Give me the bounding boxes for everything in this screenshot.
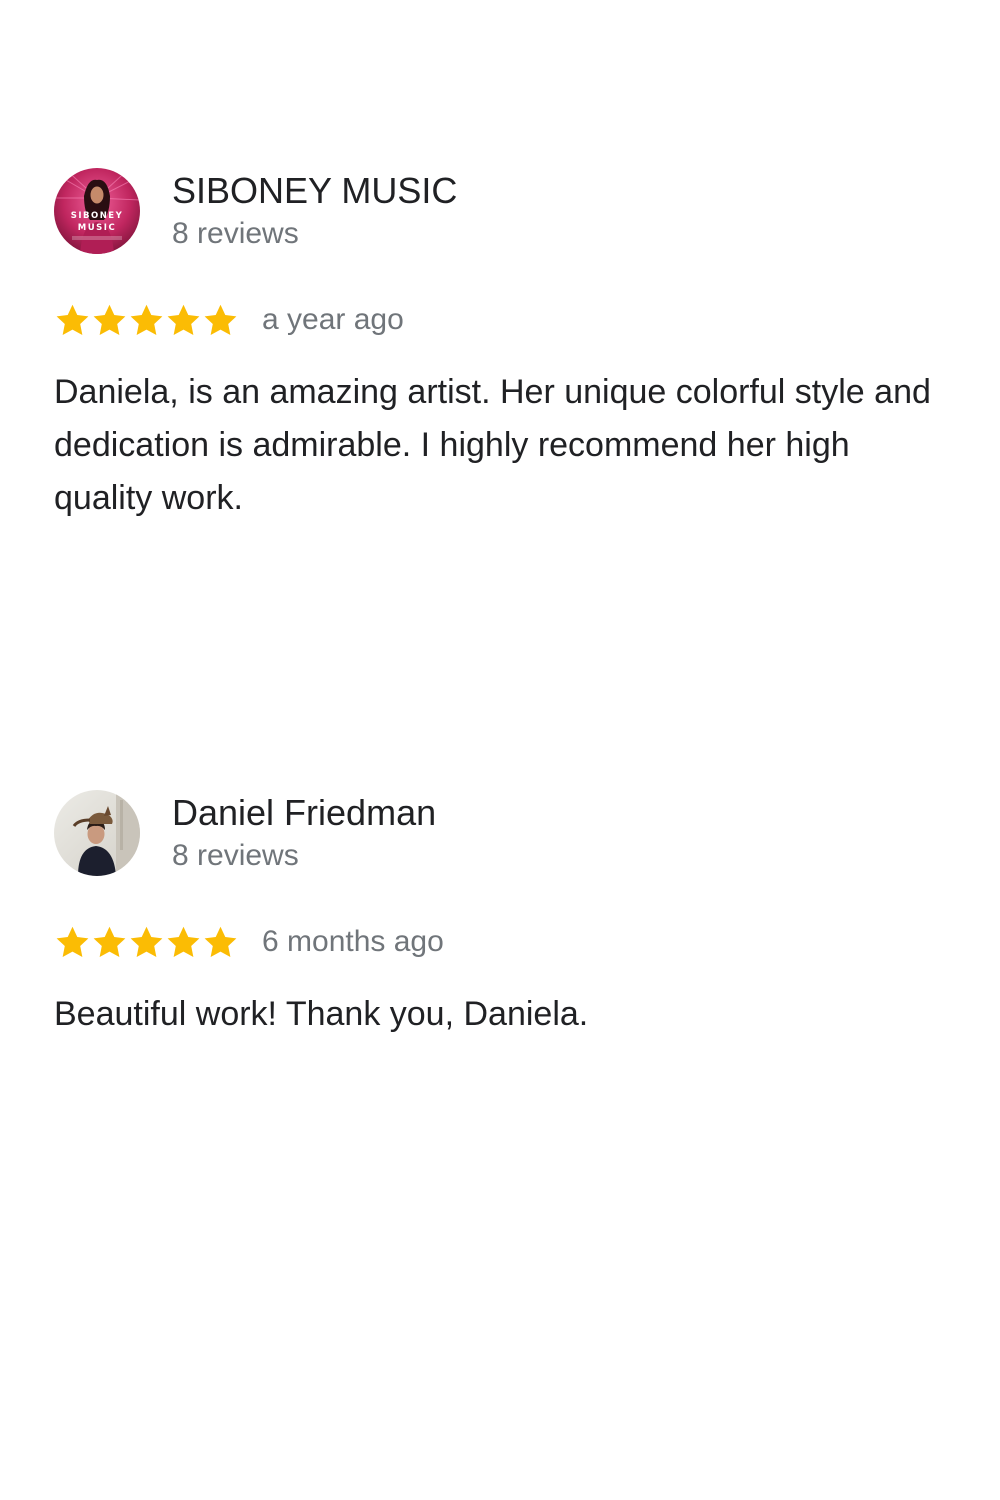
reviewer-review-count: 8 reviews xyxy=(172,839,299,872)
siboney-music-logo-avatar[interactable]: SIBONEY MUSIC xyxy=(54,168,140,254)
review-header: SIBONEY MUSIC SIBONEY MUSIC 8 reviews xyxy=(54,168,934,254)
star-icon xyxy=(56,304,89,335)
avatar-logo-line1: SIBONEY xyxy=(71,211,124,221)
star-icon xyxy=(204,304,237,335)
review-time: a year ago xyxy=(262,303,404,336)
star-rating xyxy=(54,920,239,964)
reviewer-name[interactable]: SIBONEY MUSIC xyxy=(172,170,457,212)
star-icon xyxy=(130,304,163,335)
reviewer-name[interactable]: Daniel Friedman xyxy=(172,792,436,834)
star-icon xyxy=(167,926,200,957)
star-icon xyxy=(93,304,126,335)
star-icon xyxy=(204,926,237,957)
review-text: Daniela, is an amazing artist. Her uniqu… xyxy=(54,373,931,517)
star-icon xyxy=(167,304,200,335)
reviewer-review-count: 8 reviews xyxy=(172,217,299,250)
review-header: Daniel Friedman 8 reviews xyxy=(54,790,934,876)
review-time: 6 months ago xyxy=(262,925,444,958)
profile-photo-avatar[interactable] xyxy=(54,790,140,876)
star-icon xyxy=(56,926,89,957)
review-card: Daniel Friedman 8 reviews 6 months ago B… xyxy=(54,790,934,1041)
star-icon xyxy=(93,926,126,957)
review-text: Beautiful work! Thank you, Daniela. xyxy=(54,995,589,1033)
star-rating xyxy=(54,298,239,342)
rating-row: 6 months ago xyxy=(54,920,934,964)
rating-row: a year ago xyxy=(54,298,934,342)
avatar-logo-line2: MUSIC xyxy=(78,223,116,233)
review-card: SIBONEY MUSIC SIBONEY MUSIC 8 reviews a … xyxy=(54,168,934,525)
star-icon xyxy=(130,926,163,957)
